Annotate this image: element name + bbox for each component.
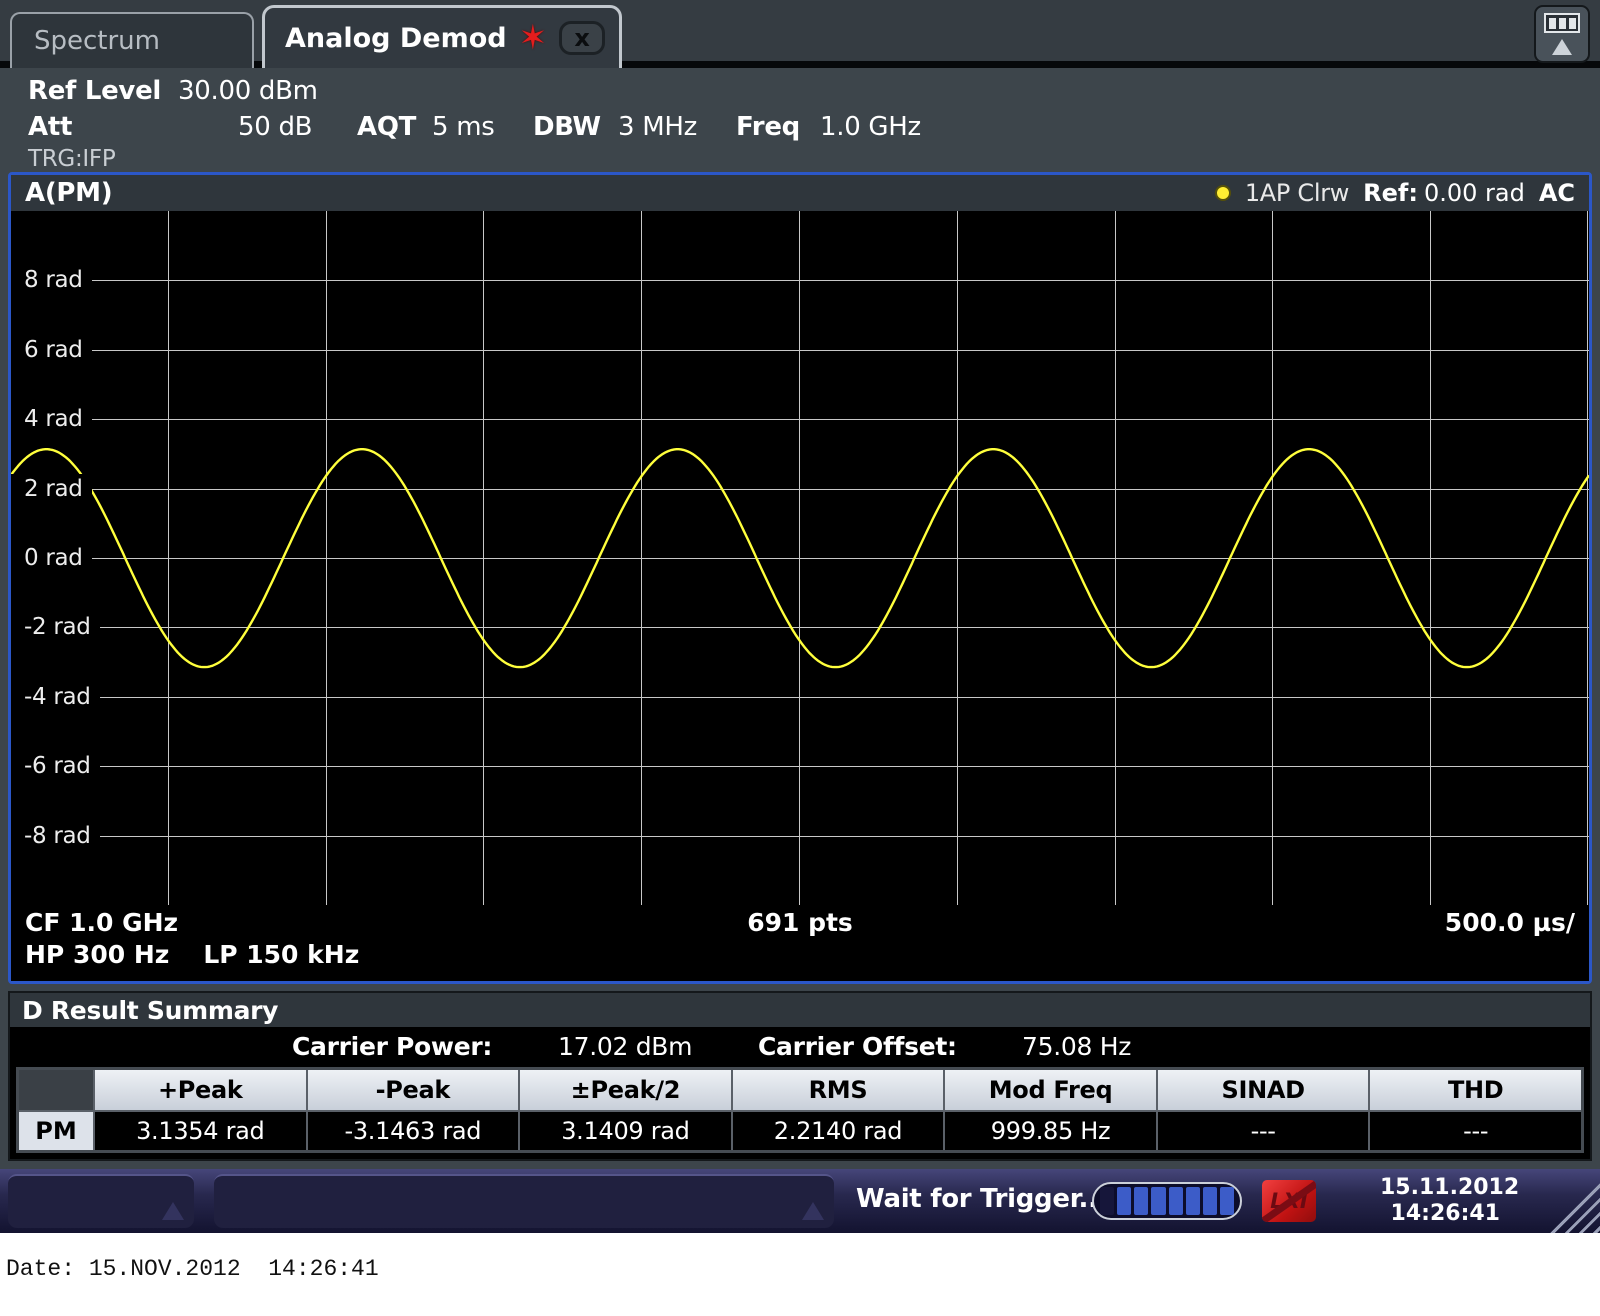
dbw-value: 3 MHz (618, 112, 697, 142)
pill-arrow-icon (802, 1202, 824, 1220)
resize-grip-icon[interactable] (1542, 1175, 1600, 1233)
att-value: 50 dB (238, 112, 312, 142)
y-axis-tick-label: -6 rad (11, 751, 100, 781)
table-corner-cell (19, 1070, 93, 1110)
tab-analog-demod-label: Analog Demod (285, 23, 507, 54)
pm-trace-plot: 8 rad 6 rad 4 rad 2 rad 0 rad -2 rad -4 rad -6 … (11, 211, 1589, 905)
column-header: RMS (733, 1070, 944, 1110)
status-bar: Wait for Trigger... LXI 15.11.2012 14:26… (0, 1169, 1600, 1233)
chart-footer: CF 1.0 GHz 691 pts 500.0 µs/ HP 300 Hz L… (11, 905, 1589, 981)
trace-color-icon (1215, 185, 1231, 201)
result-summary-title: D Result Summary (10, 993, 1590, 1027)
carrier-power-value: 17.02 dBm (558, 1032, 692, 1061)
carrier-row: Carrier Power: 17.02 dBm Carrier Offset:… (10, 1027, 1590, 1065)
up-arrow-icon (1552, 39, 1572, 55)
att-label: Att (28, 112, 72, 142)
status-time: 14:26:41 (1380, 1201, 1500, 1227)
progress-segment (1100, 1187, 1114, 1215)
y-axis-tick-label: 6 rad (11, 335, 92, 365)
column-header: SINAD (1158, 1070, 1369, 1110)
dbw-label: DBW (533, 112, 601, 142)
close-icon: x (574, 26, 589, 50)
freq-label: Freq (736, 112, 800, 142)
result-value: 2.2140 rad (733, 1112, 944, 1150)
result-value: --- (1158, 1112, 1369, 1150)
plot-canvas (11, 211, 1589, 905)
result-value: --- (1370, 1112, 1581, 1150)
status-date: 15.11.2012 (1380, 1175, 1500, 1201)
time-per-division: 500.0 µs/ (1445, 908, 1575, 937)
aqt-value: 5 ms (432, 112, 494, 142)
progress-bar (1092, 1182, 1242, 1220)
analyzer-app: Spectrum Analog Demod ✶ x Ref Level 30.0… (0, 0, 1600, 1222)
display-layout-button[interactable] (1534, 5, 1590, 63)
progress-segment (1203, 1187, 1217, 1215)
y-axis-tick-label: -4 rad (11, 682, 100, 712)
aqt-label: AQT (357, 112, 416, 142)
result-summary-window[interactable]: D Result Summary Carrier Power: 17.02 dB… (8, 991, 1592, 1161)
status-datetime: 15.11.2012 14:26:41 (1380, 1175, 1500, 1227)
freq-value: 1.0 GHz (820, 112, 921, 142)
result-value: -3.1463 rad (308, 1112, 519, 1150)
carrier-offset-value: 75.08 Hz (1022, 1032, 1131, 1061)
page-footer: Date: 15.NOV.2012 14:26:41 (0, 1222, 1600, 1316)
split-view-icon (1544, 13, 1580, 33)
progress-segment (1169, 1187, 1183, 1215)
ref-level-label: Ref Level (28, 76, 161, 106)
sweep-points: 691 pts (747, 908, 853, 937)
ref-level-value: 30.00 dBm (178, 76, 318, 106)
column-header: -Peak (308, 1070, 519, 1110)
y-axis-tick-label: -8 rad (11, 821, 100, 851)
column-header: +Peak (95, 1070, 306, 1110)
carrier-offset-label: Carrier Offset: (758, 1032, 957, 1061)
softkey-bar-left (8, 1174, 194, 1228)
highpass-filter: HP 300 Hz (25, 940, 169, 972)
lowpass-filter: LP 150 kHz (203, 940, 359, 972)
progress-segment (1134, 1187, 1148, 1215)
y-axis-tick-label: 8 rad (11, 265, 92, 295)
y-axis-tick-label: 2 rad (11, 474, 92, 504)
instrument-screen: Spectrum Analog Demod ✶ x Ref Level 30.0… (0, 0, 1600, 1316)
settings-header: Ref Level 30.00 dBm Att 50 dB AQT 5 ms D… (0, 68, 1600, 172)
result-value: 3.1354 rad (95, 1112, 306, 1150)
trace-label: 1AP Clrw (1245, 179, 1349, 207)
progress-segment (1186, 1187, 1200, 1215)
pm-chart-window[interactable]: A(PM) 1AP Clrw Ref: 0.00 rad AC 8 rad 6 r… (8, 172, 1592, 984)
chart-title: A(PM) (25, 178, 112, 208)
ref-value: 0.00 rad (1424, 179, 1525, 207)
progress-segment (1220, 1187, 1234, 1215)
tab-spectrum[interactable]: Spectrum (10, 12, 254, 68)
tab-analog-demod[interactable]: Analog Demod ✶ x (262, 5, 622, 68)
column-header: THD (1370, 1070, 1581, 1110)
trigger-status: TRG:IFP (28, 146, 115, 172)
result-value: 3.1409 rad (520, 1112, 731, 1150)
y-axis-tick-label: 4 rad (11, 404, 92, 434)
carrier-power-label: Carrier Power: (292, 1032, 492, 1061)
center-frequency: CF 1.0 GHz (25, 908, 178, 937)
result-table: +Peak-Peak±Peak/2RMSMod FreqSINADTHDPM3.… (16, 1067, 1584, 1153)
y-axis-tick-label: 0 rad (11, 543, 92, 573)
column-header: Mod Freq (945, 1070, 1156, 1110)
result-value: 999.85 Hz (945, 1112, 1156, 1150)
column-header: ±Peak/2 (520, 1070, 731, 1110)
tab-spectrum-label: Spectrum (34, 26, 160, 56)
close-tab-button[interactable]: x (559, 21, 605, 55)
softkey-bar-center (214, 1174, 834, 1228)
pill-arrow-icon (162, 1202, 184, 1220)
chart-title-bar: A(PM) 1AP Clrw Ref: 0.00 rad AC (11, 175, 1589, 211)
ref-label: Ref: (1363, 179, 1418, 207)
lxi-icon: LXI (1262, 1180, 1316, 1222)
tab-bar: Spectrum Analog Demod ✶ x (0, 0, 1600, 68)
coupling-label: AC (1539, 179, 1575, 207)
progress-segment (1117, 1187, 1131, 1215)
status-message: Wait for Trigger... (856, 1184, 1107, 1214)
progress-segment (1151, 1187, 1165, 1215)
row-label: PM (19, 1112, 93, 1150)
star-icon: ✶ (519, 21, 548, 55)
y-axis-tick-label: -2 rad (11, 612, 100, 642)
